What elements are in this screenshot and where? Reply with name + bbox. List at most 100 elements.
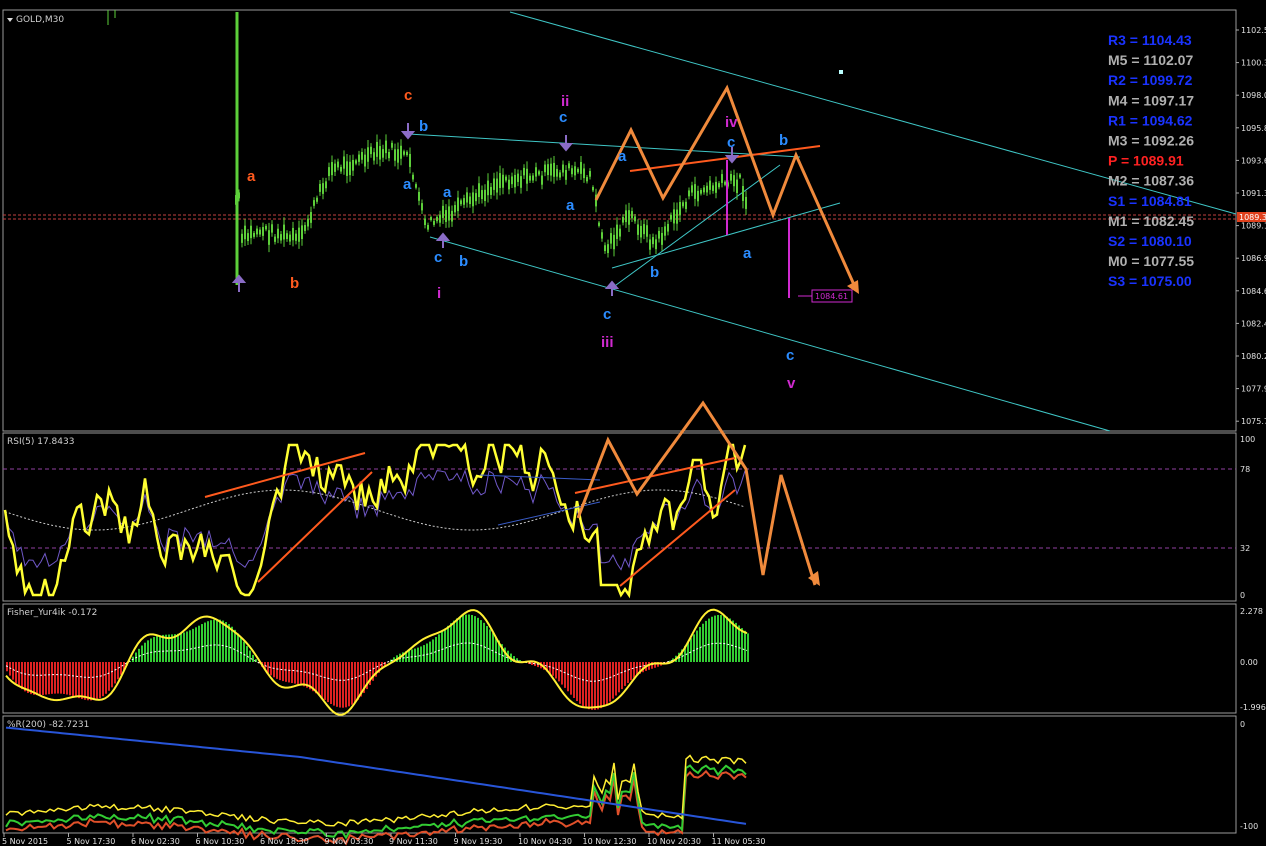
price-tick-label: 1102.5 xyxy=(1241,26,1266,35)
rsi-label: RSI(5) 17.8433 xyxy=(7,437,74,447)
fisher-bar xyxy=(417,647,419,662)
price-tick-label: 1093.6 xyxy=(1241,156,1266,165)
fisher-bar xyxy=(708,618,710,662)
pivot-label: S1 = 1084.81 xyxy=(1108,193,1192,209)
fisher-bar xyxy=(330,662,332,704)
wpr-pane[interactable] xyxy=(2,715,1237,834)
fisher-bar xyxy=(228,624,230,662)
pivot-label: S3 = 1075.00 xyxy=(1108,273,1192,289)
fisher-bar xyxy=(480,620,482,662)
fisher-bar xyxy=(222,620,224,662)
pivot-levels: R3 = 1104.43 M5 = 1102.07 R2 = 1099.72 M4 =… xyxy=(1108,32,1194,289)
fisher-bar xyxy=(354,662,356,703)
candle-body xyxy=(274,236,276,242)
candle-body xyxy=(244,225,246,240)
candle-body xyxy=(721,174,723,183)
candle-body xyxy=(505,176,507,181)
price-tick-label: 1077.9 xyxy=(1241,385,1266,394)
candle-body xyxy=(637,224,639,235)
fisher-bar xyxy=(483,622,485,662)
candle-body xyxy=(580,161,582,174)
fisher-bar xyxy=(630,662,632,681)
fisher-bar xyxy=(552,662,554,676)
candle-body xyxy=(634,216,636,222)
price-tick-label: 1098.0 xyxy=(1241,91,1266,100)
rsi-pane[interactable] xyxy=(2,432,1237,602)
candle-body xyxy=(472,192,474,207)
wave-label: b xyxy=(459,253,468,270)
candle-body xyxy=(667,223,669,232)
marker-square xyxy=(839,70,843,74)
candle-body xyxy=(397,149,399,163)
fisher-bar xyxy=(153,637,155,662)
price-tick-label: 1086.9 xyxy=(1241,254,1266,263)
wave-label: a xyxy=(743,245,752,262)
candle-body xyxy=(517,173,519,182)
candle-body xyxy=(745,196,747,209)
fisher-bar xyxy=(600,662,602,709)
fisher-bar xyxy=(711,616,713,662)
fisher-bar xyxy=(42,662,44,695)
fisher-bar xyxy=(627,662,629,683)
fisher-bar xyxy=(468,614,470,662)
candle-body xyxy=(421,203,423,211)
candle-body xyxy=(490,186,492,195)
fisher-bar xyxy=(558,662,560,682)
candle-body xyxy=(406,151,408,156)
fisher-bar xyxy=(588,662,590,710)
symbol-title: GOLD,M30 xyxy=(16,15,64,25)
pivot-label: R1 = 1094.62 xyxy=(1108,112,1193,128)
candle-body xyxy=(322,183,324,194)
fisher-bar xyxy=(18,662,20,687)
candle-body xyxy=(706,185,708,193)
candle-body xyxy=(415,184,417,188)
wpr-axis-label: 0 xyxy=(1240,720,1245,729)
fisher-bar xyxy=(732,620,734,662)
rsi-line xyxy=(3,441,747,599)
candle-body xyxy=(700,190,702,194)
fisher-bar xyxy=(591,662,593,710)
wave-label: b xyxy=(650,264,659,281)
fisher-bar xyxy=(357,662,359,700)
fisher-bar xyxy=(99,662,101,699)
candle-body xyxy=(553,162,555,177)
candle-body xyxy=(343,156,345,169)
candle-body xyxy=(529,175,531,181)
fisher-bar xyxy=(183,632,185,662)
candle-body xyxy=(307,218,309,227)
fisher-bar xyxy=(723,615,725,662)
candle-body xyxy=(649,239,651,250)
candle-body xyxy=(286,233,288,239)
candle-body xyxy=(289,234,291,242)
fisher-bar xyxy=(441,631,443,662)
fisher-bar xyxy=(39,662,41,696)
wave-label: c xyxy=(434,249,442,266)
fisher-bar xyxy=(279,662,281,681)
candle-body xyxy=(433,220,435,225)
candle-body xyxy=(424,218,426,226)
candle-body xyxy=(280,234,282,241)
collapse-arrow-icon[interactable] xyxy=(7,18,13,22)
candle-body xyxy=(736,179,738,194)
candle-body xyxy=(601,232,603,239)
pivot-label: M4 = 1097.17 xyxy=(1108,92,1194,108)
fisher-bar xyxy=(24,662,26,692)
candle-body xyxy=(316,197,318,202)
rsi-axis-label: 100 xyxy=(1240,435,1255,444)
chart-canvas[interactable]: GOLD,M30 1102.51100.31098.01095.81093.61… xyxy=(0,0,1266,846)
candle-body xyxy=(730,173,732,181)
pivot-label: R2 = 1099.72 xyxy=(1108,72,1193,88)
pivot-label: M3 = 1092.26 xyxy=(1108,133,1194,149)
current-price-marker: 1089.3 xyxy=(1237,212,1266,222)
fisher-bar xyxy=(615,662,617,696)
fisher-bar xyxy=(21,662,23,690)
channel-b-line xyxy=(407,133,801,158)
fisher-label: Fisher_Yur4ik -0.172 xyxy=(7,608,97,618)
fisher-bar xyxy=(216,619,218,662)
price-tick-label: 1091.3 xyxy=(1241,189,1266,198)
fisher-bar xyxy=(294,662,296,684)
fisher-bar xyxy=(231,626,233,662)
price-pane[interactable] xyxy=(2,9,1237,432)
fisher-bar xyxy=(429,641,431,662)
fisher-bar xyxy=(207,621,209,662)
